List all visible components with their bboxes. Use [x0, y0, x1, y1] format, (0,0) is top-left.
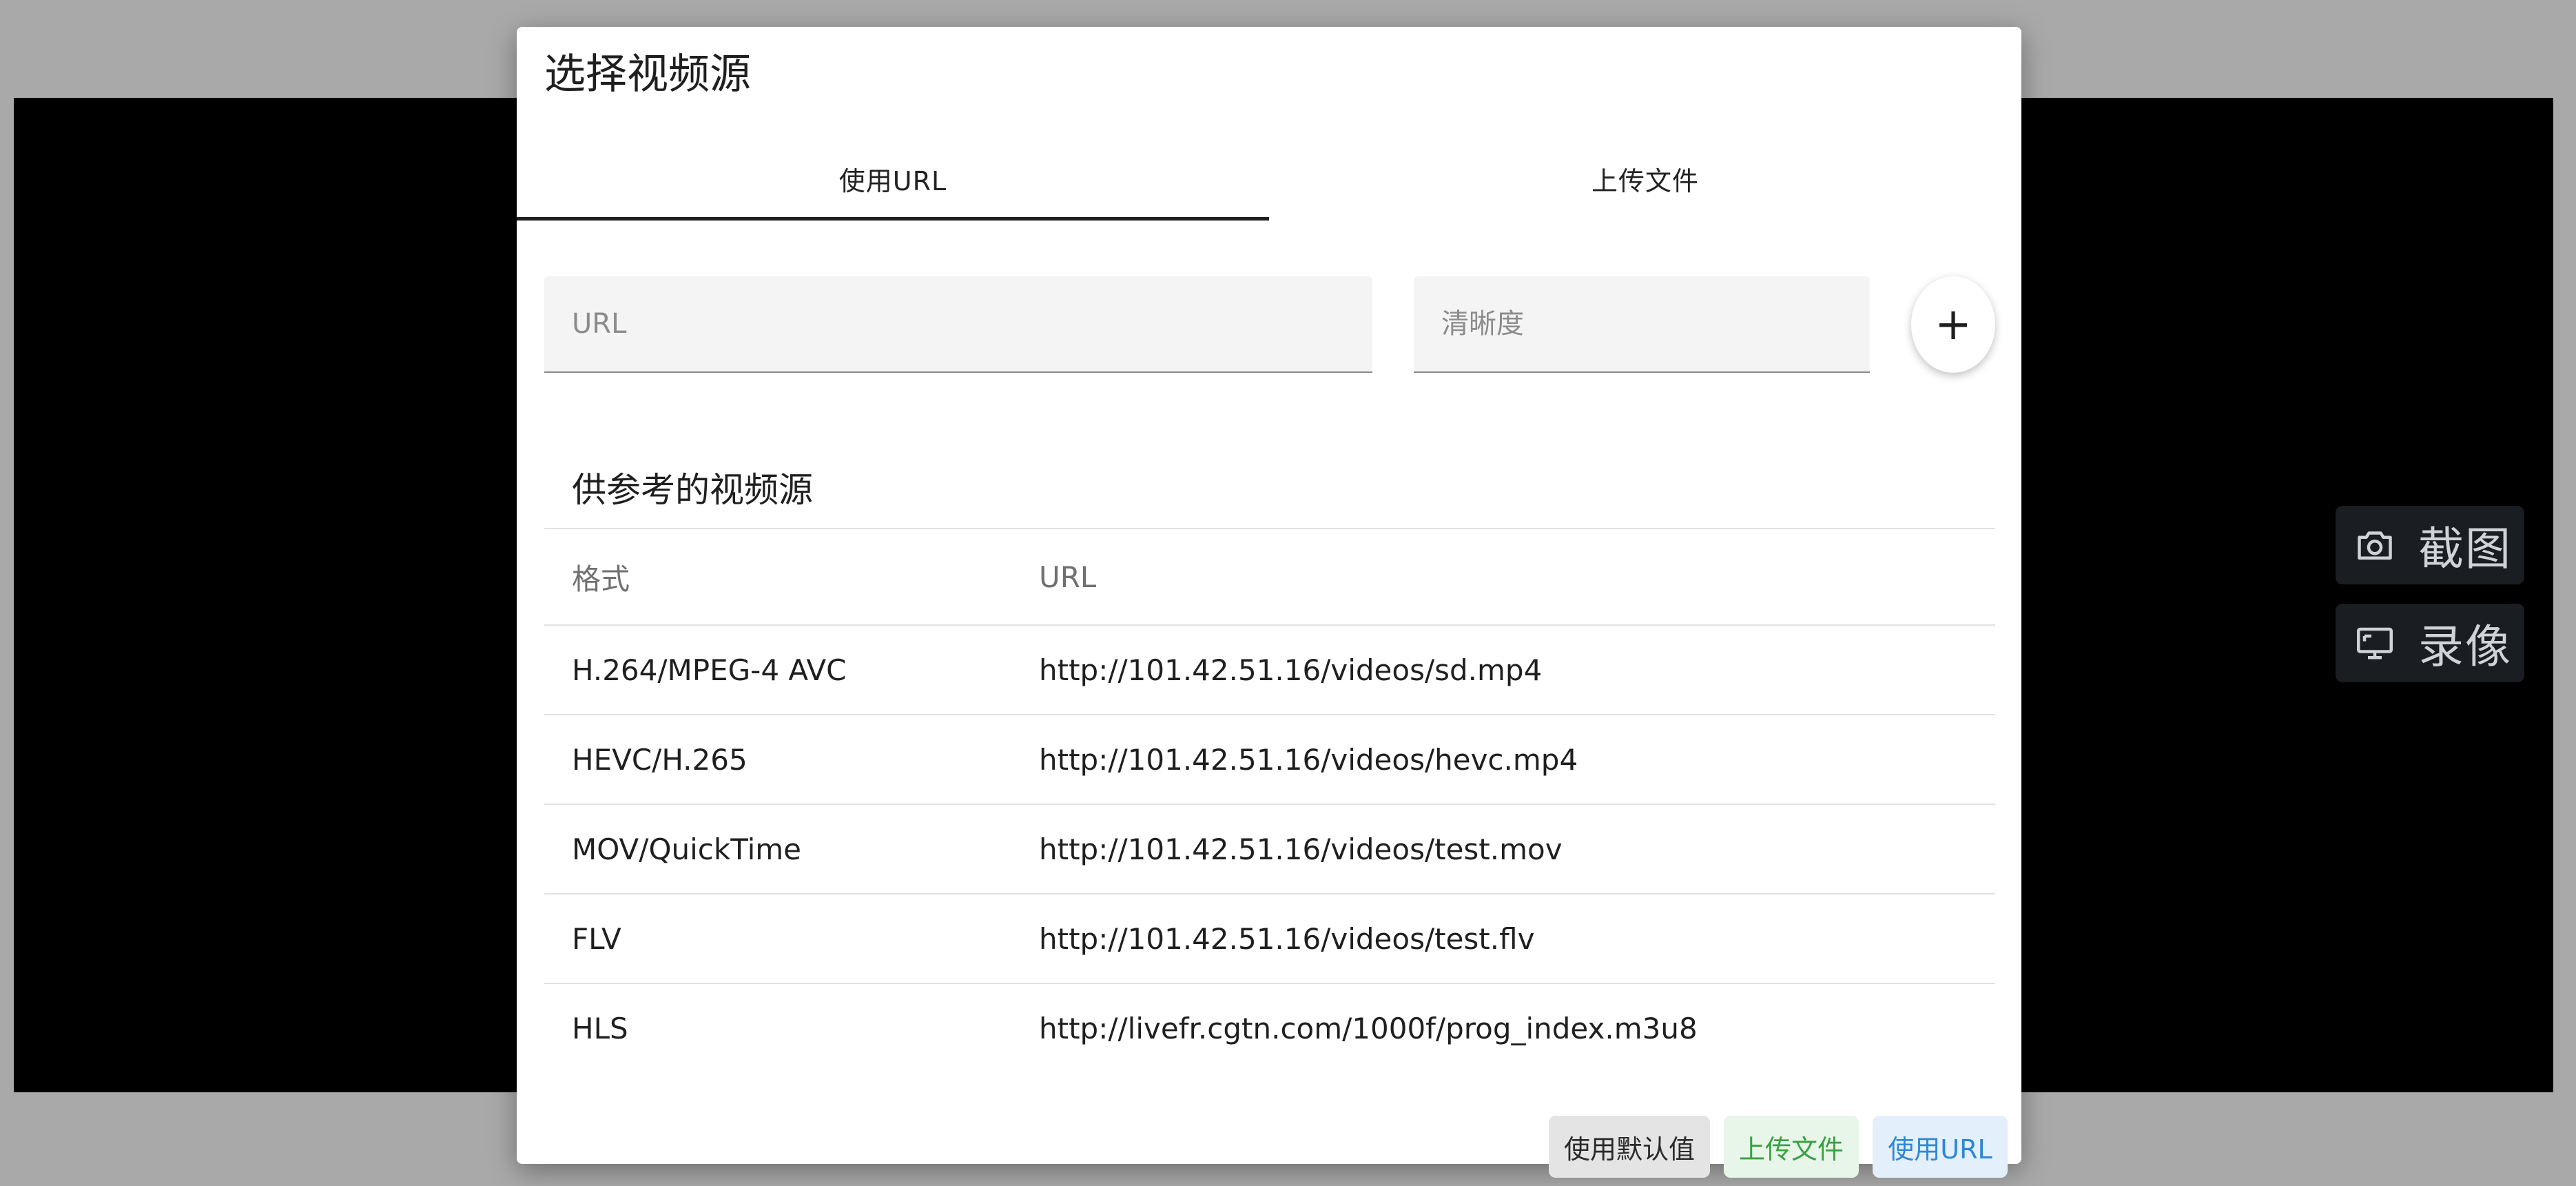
screen-record-icon: [2353, 622, 2396, 664]
plus-icon: +: [1935, 299, 1972, 350]
format-cell: HEVC/H.265: [572, 742, 748, 777]
format-cell: H.264/MPEG-4 AVC: [572, 653, 847, 687]
column-header-format: 格式: [572, 562, 630, 596]
table-header-row: 格式 URL: [544, 528, 1995, 624]
url-cell: http://livefr.cgtn.com/1000f/prog_index.…: [1039, 1011, 1698, 1045]
use-default-button[interactable]: 使用默认值: [1549, 1116, 1710, 1178]
reference-sources-table: 格式 URL H.264/MPEG-4 AVC http://101.42.51…: [544, 528, 1995, 1072]
url-cell: http://101.42.51.16/videos/sd.mp4: [1039, 653, 1543, 687]
format-cell: HLS: [572, 1011, 628, 1045]
url-field[interactable]: [544, 276, 1372, 373]
url-cell: http://101.42.51.16/videos/test.flv: [1039, 921, 1535, 956]
record-label: 录像: [2418, 620, 2512, 673]
url-cell: http://101.42.51.16/videos/test.mov: [1039, 832, 1563, 866]
table-row[interactable]: HEVC/H.265 http://101.42.51.16/videos/he…: [544, 714, 1995, 804]
table-row[interactable]: H.264/MPEG-4 AVC http://101.42.51.16/vid…: [544, 624, 1995, 714]
screenshot-label: 截图: [2418, 522, 2512, 575]
reference-sources-title: 供参考的视频源: [572, 470, 813, 510]
active-tab-indicator: [517, 217, 1269, 221]
upload-file-button[interactable]: 上传文件: [1724, 1116, 1859, 1178]
tab-upload-file[interactable]: 上传文件: [1269, 137, 2021, 220]
table-row[interactable]: MOV/QuickTime http://101.42.51.16/videos…: [544, 804, 1995, 893]
record-button[interactable]: 录像: [2336, 604, 2524, 682]
column-header-url: URL: [1039, 560, 1097, 594]
video-source-dialog: 选择视频源 使用URL 上传文件 + 供参考的视频源 格式 URL H.264/…: [517, 27, 2021, 1178]
tab-use-url[interactable]: 使用URL: [517, 137, 1269, 220]
url-input[interactable]: [544, 276, 1372, 371]
quality-input[interactable]: [1414, 276, 1870, 371]
screenshot-button[interactable]: 截图: [2336, 506, 2524, 584]
format-cell: MOV/QuickTime: [572, 832, 801, 866]
add-source-button[interactable]: +: [1911, 276, 1995, 373]
quality-field[interactable]: [1414, 276, 1870, 373]
dialog-title: 选择视频源: [544, 50, 751, 99]
format-cell: FLV: [572, 921, 621, 956]
camera-icon: [2353, 524, 2396, 566]
table-row[interactable]: FLV http://101.42.51.16/videos/test.flv: [544, 893, 1995, 983]
table-row[interactable]: HLS http://livefr.cgtn.com/1000f/prog_in…: [544, 983, 1995, 1072]
use-url-button[interactable]: 使用URL: [1873, 1116, 2008, 1178]
url-cell: http://101.42.51.16/videos/hevc.mp4: [1039, 742, 1578, 777]
